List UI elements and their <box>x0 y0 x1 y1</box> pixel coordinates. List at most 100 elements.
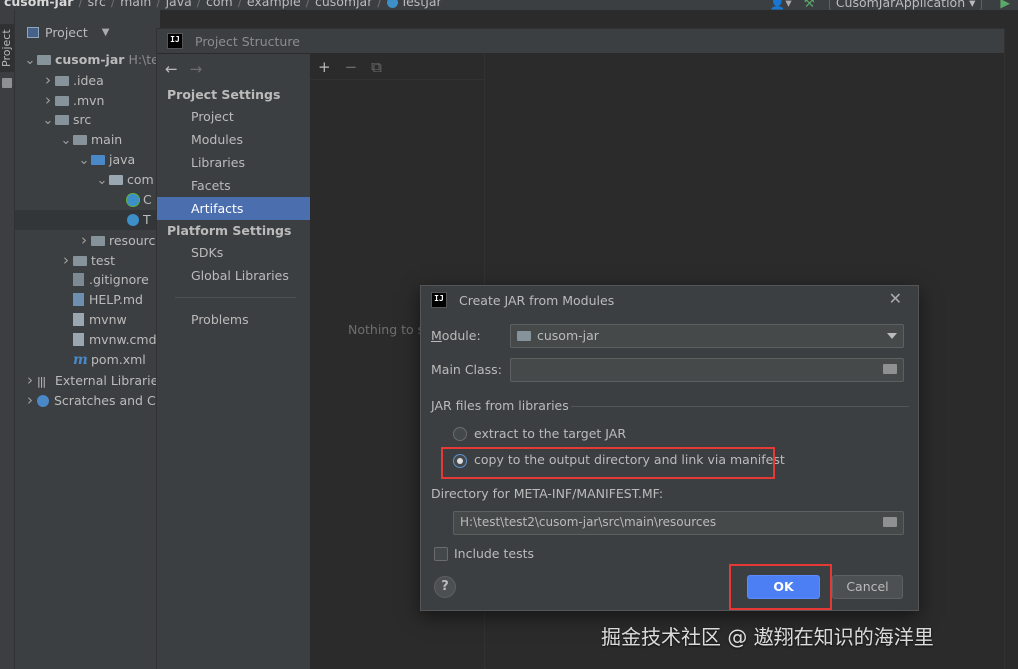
tree-node[interactable]: › resources <box>15 230 160 250</box>
sidebar-item-modules[interactable]: Modules <box>157 128 310 151</box>
libraries-icon: ||| <box>37 375 46 388</box>
tree-node-label: test <box>91 253 116 268</box>
project-tool-window: Project ▼ ⌄cusom-jarH:\tes›.idea›.mvn⌄sr… <box>15 10 160 669</box>
chevron-right-icon[interactable]: › <box>23 390 37 410</box>
run-configuration-select[interactable]: CusomJarApplication ▾ <box>828 0 983 10</box>
folder-icon <box>91 235 105 246</box>
browse-folder-icon[interactable] <box>883 364 897 374</box>
folder-icon <box>37 54 51 65</box>
cancel-button[interactable]: Cancel <box>832 575 903 599</box>
forward-arrow-icon[interactable]: → <box>190 60 203 78</box>
tree-node[interactable]: .gitignore <box>15 270 160 290</box>
tree-node[interactable]: ⌄ java <box>15 150 160 170</box>
breadcrumb-project[interactable]: cusom-jar <box>4 0 73 9</box>
run-configuration-label: CusomJarApplication <box>835 0 966 10</box>
chevron-down-icon[interactable]: ⌄ <box>59 131 73 151</box>
breadcrumb-cusomjar[interactable]: cusomjar <box>315 0 372 9</box>
gitignore-file-icon <box>73 273 84 286</box>
folder-icon <box>55 75 69 86</box>
tree-node-label: HELP.md <box>89 292 143 307</box>
extract-radio[interactable] <box>453 427 467 441</box>
tree-node[interactable]: › Scratches and Co <box>15 390 160 410</box>
extract-radio-label[interactable]: extract to the target JAR <box>474 426 626 441</box>
remove-icon[interactable]: − <box>345 58 358 76</box>
create-jar-dialog: IJ Create JAR from Modules ✕ Module: cus… <box>420 285 919 611</box>
chevron-down-icon[interactable]: ⌄ <box>23 51 37 71</box>
run-play-icon[interactable]: ▶ <box>1000 0 1010 10</box>
chevron-down-icon[interactable]: ⌄ <box>95 171 109 191</box>
tree-node[interactable]: › .mvn <box>15 90 160 110</box>
breadcrumb-example[interactable]: example <box>247 0 301 9</box>
chevron-down-icon[interactable]: ⌄ <box>77 151 91 171</box>
chevron-right-icon[interactable]: › <box>77 230 91 250</box>
manifest-dir-value: H:\test\test2\cusom-jar\src\main\resourc… <box>460 515 717 529</box>
main-class-input[interactable] <box>510 358 904 382</box>
tree-node[interactable]: HELP.md <box>15 290 160 310</box>
folder-icon <box>73 134 87 145</box>
include-tests-label[interactable]: Include tests <box>454 546 534 561</box>
navigation-bar: cusom-jar / src / main / java / com / example / cuso… <box>0 0 1018 10</box>
tree-node[interactable]: ⌄ com <box>15 170 160 190</box>
tree-node[interactable]: › .idea <box>15 70 160 90</box>
breadcrumb-com[interactable]: com <box>206 0 233 9</box>
breadcrumb-java[interactable]: java <box>166 0 192 9</box>
back-arrow-icon[interactable]: ← <box>165 60 178 78</box>
sidebar-item-facets[interactable]: Facets <box>157 174 310 197</box>
tree-node[interactable]: › test <box>15 250 160 270</box>
sidebar-item-global-libraries[interactable]: Global Libraries <box>157 264 310 287</box>
sidebar-item-problems[interactable]: Problems <box>157 308 310 331</box>
tree-node[interactable]: T <box>15 210 160 230</box>
sidebar-item-sdks[interactable]: SDKs <box>157 241 310 264</box>
project-tool-tab[interactable]: Project <box>0 24 14 72</box>
tree-node-label: mvnw.cmd <box>89 332 157 347</box>
artifacts-toolbar: + − ⧉ <box>310 54 484 80</box>
tree-node-label: T <box>143 212 151 227</box>
include-tests-checkbox[interactable] <box>434 547 448 561</box>
add-icon[interactable]: + <box>318 58 331 76</box>
sidebar-item-libraries[interactable]: Libraries <box>157 151 310 174</box>
tree-node[interactable]: ⌄ src <box>15 110 160 130</box>
sidebar-item-artifacts[interactable]: Artifacts <box>157 197 310 220</box>
project-panel-header[interactable]: Project ▼ <box>15 10 160 50</box>
tree-node[interactable]: ⌄cusom-jarH:\tes <box>15 50 160 70</box>
tree-node-label: main <box>91 132 123 147</box>
chevron-right-icon[interactable]: › <box>41 90 55 110</box>
ok-button[interactable]: OK <box>747 575 820 599</box>
close-icon[interactable]: ✕ <box>889 289 902 308</box>
browse-folder-icon[interactable] <box>883 517 897 527</box>
build-hammer-icon[interactable]: ⚒ <box>804 0 815 10</box>
breadcrumb-testjar[interactable]: TestJar <box>401 0 442 9</box>
help-button[interactable]: ? <box>434 576 456 598</box>
chevron-right-icon[interactable]: › <box>41 70 55 90</box>
tree-node-label: .mvn <box>73 93 105 108</box>
tree-node[interactable]: C <box>15 190 160 210</box>
tree-node[interactable]: mvnw <box>15 310 160 330</box>
package-icon <box>109 174 123 185</box>
copy-icon[interactable]: ⧉ <box>371 58 382 76</box>
intellij-logo-icon: IJ <box>167 33 183 49</box>
breadcrumb-main[interactable]: main <box>120 0 151 9</box>
project-structure-sidebar: ← → Project Settings Project Modules Lib… <box>157 54 310 669</box>
tree-node-label: mvnw <box>89 312 127 327</box>
manifest-dir-input[interactable]: H:\test\test2\cusom-jar\src\main\resourc… <box>453 511 904 535</box>
structure-tool-icon[interactable] <box>2 78 12 88</box>
sidebar-item-project[interactable]: Project <box>157 105 310 128</box>
user-icon[interactable]: 👤▾ <box>770 0 792 10</box>
jar-files-section-label: JAR files from libraries <box>431 398 569 413</box>
tree-node-label: src <box>73 112 92 127</box>
tree-node-label: resources <box>109 233 160 248</box>
breadcrumb-src[interactable]: src <box>88 0 106 9</box>
tree-node[interactable]: m pom.xml <box>15 350 160 370</box>
tree-node[interactable]: ⌄ main <box>15 130 160 150</box>
tree-node[interactable]: mvnw.cmd <box>15 330 160 350</box>
chevron-down-icon[interactable]: ⌄ <box>41 111 55 131</box>
chevron-down-icon[interactable]: ▼ <box>102 27 110 38</box>
main-class-label: Main Class: <box>431 362 502 377</box>
tree-node[interactable]: › ||| External Libraries <box>15 370 160 390</box>
chevron-down-icon[interactable] <box>887 333 897 339</box>
chevron-right-icon[interactable]: › <box>23 370 37 390</box>
chevron-right-icon[interactable]: › <box>59 250 73 270</box>
section-separator <box>571 406 909 407</box>
scratches-icon <box>37 394 49 407</box>
module-select[interactable]: cusom-jar <box>510 324 904 348</box>
